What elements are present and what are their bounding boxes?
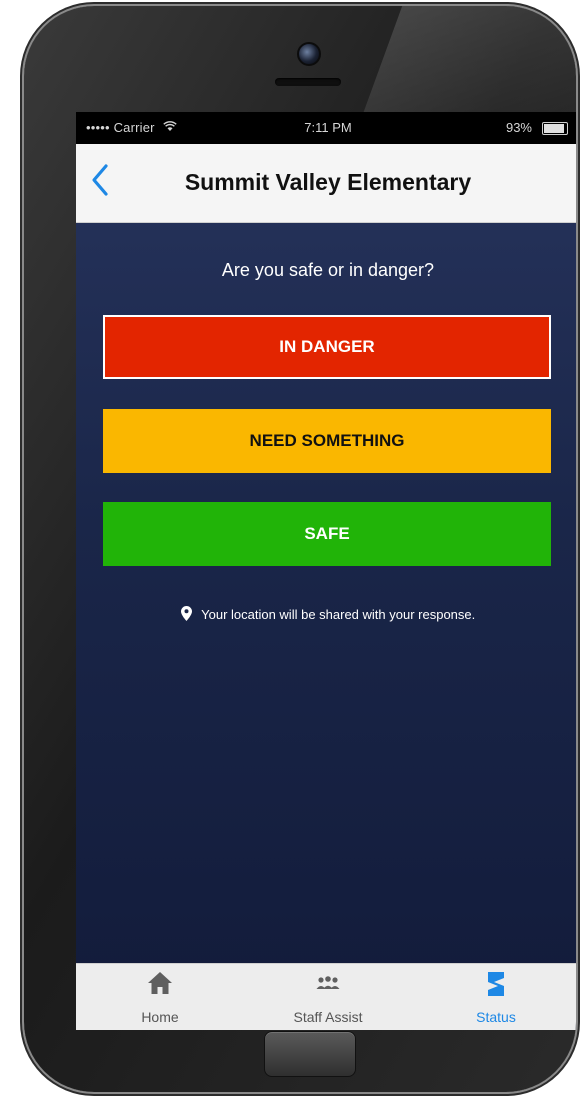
tab-status[interactable]: Status xyxy=(412,964,576,1030)
navigation-bar: Summit Valley Elementary xyxy=(76,144,576,223)
people-icon xyxy=(244,970,412,1000)
home-icon xyxy=(76,970,244,1000)
hardware-home-button[interactable] xyxy=(264,1031,356,1077)
safe-label: SAFE xyxy=(304,524,350,543)
location-notice-text: Your location will be shared with your r… xyxy=(201,607,476,622)
battery-percent: 93% xyxy=(505,120,532,135)
clock: 7:11 PM xyxy=(304,120,352,135)
status-icon xyxy=(412,970,576,1000)
location-notice: Your location will be shared with your r… xyxy=(76,606,576,624)
in-danger-label: IN DANGER xyxy=(279,337,375,356)
phone-frame: ••••• Carrier 7:11 PM 93% Summit Valley … xyxy=(24,6,576,1092)
need-something-label: NEED SOMETHING xyxy=(249,431,405,450)
need-something-button[interactable]: NEED SOMETHING xyxy=(103,409,551,473)
tab-staff-assist-label: Staff Assist xyxy=(293,1009,363,1025)
tab-bar: Home Staff Assist Status xyxy=(76,963,576,1030)
tab-home[interactable]: Home xyxy=(76,964,244,1030)
front-camera xyxy=(297,42,321,66)
battery-icon xyxy=(542,122,568,135)
safe-button[interactable]: SAFE xyxy=(103,502,551,566)
page-title: Summit Valley Elementary xyxy=(184,169,472,195)
app-screen: ••••• Carrier 7:11 PM 93% Summit Valley … xyxy=(76,112,576,1030)
safety-prompt: Are you safe or in danger? xyxy=(221,260,435,280)
in-danger-button[interactable]: IN DANGER xyxy=(103,315,551,379)
tab-status-label: Status xyxy=(476,1009,516,1025)
earpiece-speaker xyxy=(275,78,341,86)
tab-home-label: Home xyxy=(141,1009,179,1025)
location-pin-icon xyxy=(180,606,192,624)
tab-staff-assist[interactable]: Staff Assist xyxy=(244,964,412,1030)
status-bar: ••••• Carrier 7:11 PM 93% xyxy=(76,112,576,144)
